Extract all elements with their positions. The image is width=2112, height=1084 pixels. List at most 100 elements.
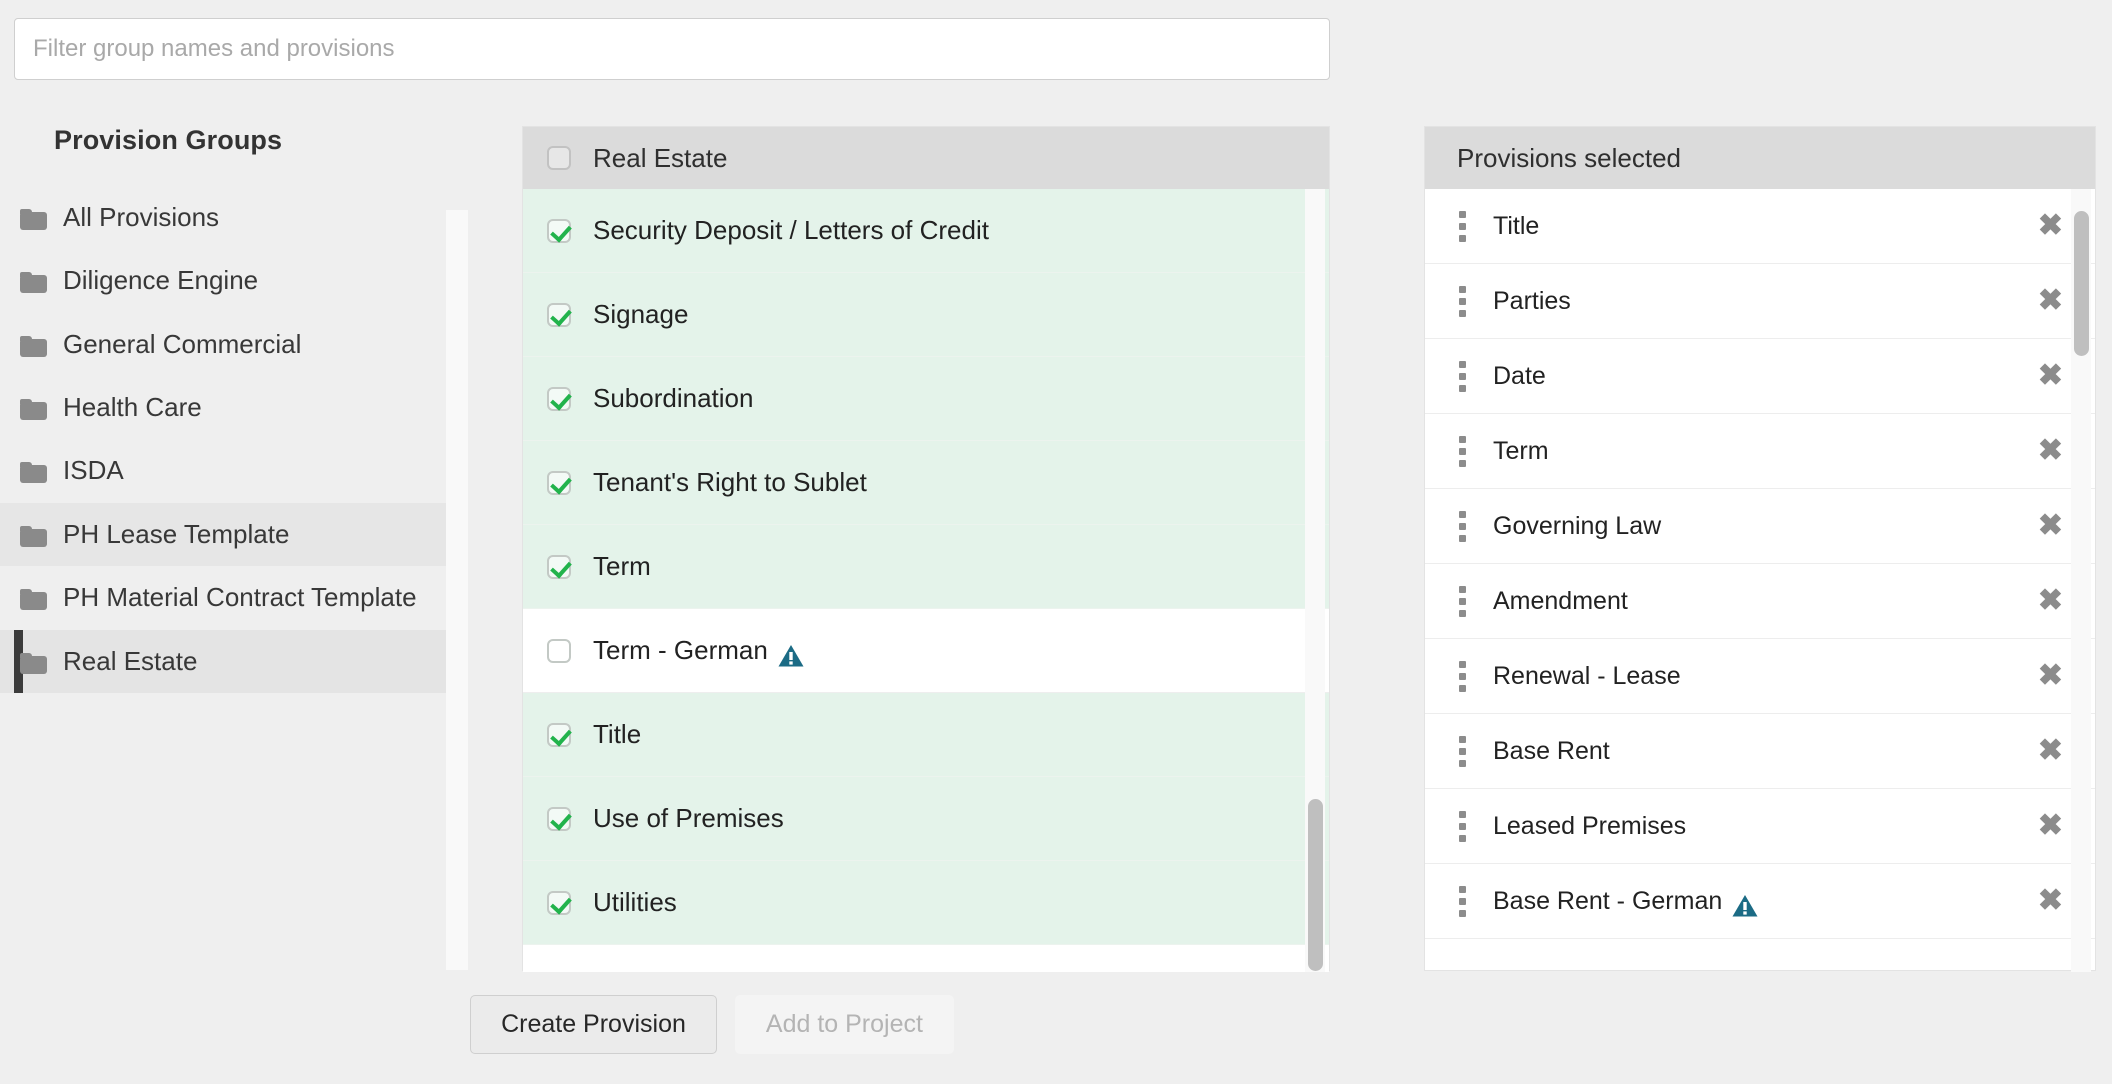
folder-icon <box>20 652 47 674</box>
provision-label: Term - German <box>593 635 768 665</box>
provisions-scrollbar-track[interactable] <box>1305 189 1325 972</box>
sidebar-item-label: Real Estate <box>63 645 198 676</box>
selected-provision-row[interactable]: Amendment ✖ <box>1425 564 2095 639</box>
selected-panel-header: Provisions selected <box>1425 127 2095 189</box>
sidebar-item-label: PH Lease Template <box>63 518 290 549</box>
selected-provision-row[interactable]: Base Rent ✖ <box>1425 714 2095 789</box>
provision-groups-sidebar: Provision Groups All Provisions Diligence… <box>0 125 468 970</box>
selected-provision-row[interactable]: Parties ✖ <box>1425 264 2095 339</box>
drag-handle-icon[interactable] <box>1459 360 1467 392</box>
selected-scrollbar-thumb[interactable] <box>2074 211 2089 356</box>
remove-provision-icon[interactable]: ✖ <box>2032 736 2069 766</box>
folder-icon <box>20 209 47 230</box>
provision-row[interactable]: Tenant's Right to Sublet <box>523 441 1329 525</box>
provision-label: Use of Premises <box>593 803 784 833</box>
add-to-project-button: Add to Project <box>734 995 954 1054</box>
provision-row[interactable]: Subordination <box>523 357 1329 441</box>
drag-handle-icon[interactable] <box>1459 510 1467 542</box>
sidebar-item-general-commercial[interactable]: General Commercial <box>0 313 446 376</box>
selected-provision-label: Term <box>1493 436 1549 465</box>
remove-provision-icon[interactable]: ✖ <box>2032 886 2069 916</box>
drag-handle-icon[interactable] <box>1459 285 1467 317</box>
provisions-panel-title: Real Estate <box>593 142 728 173</box>
provisions-list-body: Security Deposit / Letters of Credit Sign… <box>523 189 1329 972</box>
provision-checkbox[interactable] <box>547 806 571 831</box>
drag-handle-icon[interactable] <box>1459 585 1467 617</box>
sidebar-item-health-care[interactable]: Health Care <box>0 376 446 439</box>
selected-provision-row[interactable]: Leased Premises ✖ <box>1425 789 2095 864</box>
provisions-panel: Real Estate Security Deposit / Letters o… <box>522 126 1330 972</box>
folder-icon <box>20 525 47 547</box>
provision-checkbox[interactable] <box>547 554 571 579</box>
provision-row[interactable]: Use of Premises <box>523 777 1329 861</box>
selected-scrollbar-track[interactable] <box>2071 189 2091 972</box>
selected-provision-row[interactable]: Title ✖ <box>1425 189 2095 264</box>
drag-handle-icon[interactable] <box>1459 660 1467 692</box>
sidebar-item-diligence-engine[interactable]: Diligence Engine <box>0 249 446 312</box>
remove-provision-icon[interactable]: ✖ <box>2032 436 2069 466</box>
selected-provision-row[interactable]: Term ✖ <box>1425 414 2095 489</box>
provision-label: Tenant's Right to Sublet <box>593 467 867 497</box>
selected-provision-label: Base Rent <box>1493 736 1610 765</box>
sidebar-item-ph-lease-template[interactable]: PH Lease Template <box>0 502 446 567</box>
selected-provision-row[interactable]: Base Rent - German ✖ <box>1425 864 2095 939</box>
folder-icon <box>20 589 47 611</box>
provision-label: Term <box>593 551 651 581</box>
remove-provision-icon[interactable]: ✖ <box>2032 586 2069 616</box>
provision-row[interactable]: Signage <box>523 273 1329 357</box>
sidebar-item-label: Health Care <box>63 392 202 423</box>
provision-checkbox[interactable] <box>547 470 571 495</box>
provision-row[interactable]: Term - German <box>523 609 1329 693</box>
provision-checkbox[interactable] <box>547 722 571 747</box>
provision-checkbox[interactable] <box>547 890 571 915</box>
selected-provision-label: Renewal - Lease <box>1493 661 1681 690</box>
remove-provision-icon[interactable]: ✖ <box>2032 211 2069 241</box>
sidebar-item-label: General Commercial <box>63 328 302 359</box>
drag-handle-icon[interactable] <box>1459 735 1467 767</box>
provision-row[interactable]: Utilities <box>523 861 1329 945</box>
sidebar-list: All Provisions Diligence Engine General Co… <box>0 186 452 694</box>
select-all-checkbox[interactable] <box>547 146 571 170</box>
provisions-list: Security Deposit / Letters of Credit Sign… <box>523 189 1329 945</box>
drag-handle-icon[interactable] <box>1459 210 1467 242</box>
remove-provision-icon[interactable]: ✖ <box>2032 811 2069 841</box>
provisions-scrollbar-thumb[interactable] <box>1308 799 1323 971</box>
provision-row[interactable]: Security Deposit / Letters of Credit <box>523 189 1329 273</box>
provision-checkbox[interactable] <box>547 302 571 327</box>
selected-provision-row[interactable]: Governing Law ✖ <box>1425 489 2095 564</box>
folder-icon <box>20 272 47 294</box>
folder-icon <box>20 335 47 357</box>
selected-provision-label: Title <box>1493 211 1540 240</box>
remove-provision-icon[interactable]: ✖ <box>2032 511 2069 541</box>
selected-provision-row[interactable]: Date ✖ <box>1425 339 2095 414</box>
remove-provision-icon[interactable]: ✖ <box>2032 286 2069 316</box>
provision-row[interactable]: Term <box>523 525 1329 609</box>
provision-row[interactable]: Title <box>523 693 1329 777</box>
drag-handle-icon[interactable] <box>1459 435 1467 467</box>
provision-checkbox[interactable] <box>547 638 571 663</box>
drag-handle-icon[interactable] <box>1459 885 1467 917</box>
search-input[interactable] <box>14 18 1330 80</box>
provision-checkbox[interactable] <box>547 218 571 243</box>
sidebar-item-label: PH Material Contract Template <box>63 582 417 613</box>
sidebar-item-ph-material-contract-template[interactable]: PH Material Contract Template <box>0 566 446 629</box>
drag-handle-icon[interactable] <box>1459 810 1467 842</box>
selected-provision-row[interactable]: Renewal - Lease ✖ <box>1425 639 2095 714</box>
sidebar-item-isda[interactable]: ISDA <box>0 439 446 502</box>
sidebar-item-real-estate[interactable]: Real Estate <box>0 629 446 694</box>
sidebar-item-all-provisions[interactable]: All Provisions <box>0 186 446 249</box>
folder-icon <box>20 399 47 421</box>
folder-icon <box>20 462 47 484</box>
remove-provision-icon[interactable]: ✖ <box>2032 361 2069 391</box>
provision-label: Title <box>593 719 642 749</box>
selected-provision-label: Parties <box>1493 286 1571 315</box>
selected-provision-label: Governing Law <box>1493 511 1662 540</box>
provision-label: Security Deposit / Letters of Credit <box>593 215 989 245</box>
selected-provision-label: Leased Premises <box>1493 811 1687 840</box>
create-provision-button[interactable]: Create Provision <box>470 995 717 1054</box>
remove-provision-icon[interactable]: ✖ <box>2032 661 2069 691</box>
provision-checkbox[interactable] <box>547 386 571 411</box>
provision-label: Utilities <box>593 887 677 917</box>
selected-provision-label: Date <box>1493 361 1546 390</box>
selected-provision-label: Amendment <box>1493 586 1628 615</box>
